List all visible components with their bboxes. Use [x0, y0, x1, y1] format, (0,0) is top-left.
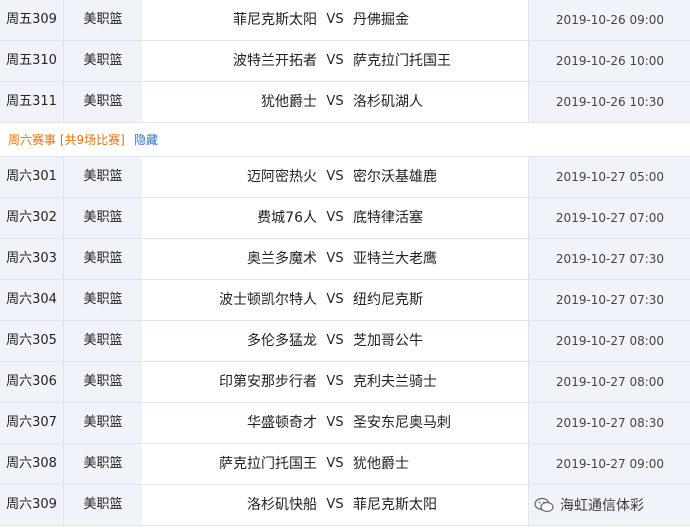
wechat-icon [534, 497, 554, 513]
away-team: 圣安东尼奥马刺 [353, 403, 528, 443]
vs-label: VS [317, 362, 353, 402]
away-team: 克利夫兰骑士 [353, 362, 528, 402]
vs-label: VS [317, 280, 353, 320]
vs-label: VS [317, 239, 353, 279]
table-row: 周六302 美职篮 费城76人 VS 底特律活塞 2019-10-27 07:00 [0, 198, 690, 239]
watermark: 海虹通信体彩 [534, 494, 644, 516]
match-number: 周六301 [6, 169, 57, 184]
table-row: 周六305 美职篮 多伦多猛龙 VS 芝加哥公牛 2019-10-27 08:00 [0, 321, 690, 362]
table-row: 周六304 美职篮 波士顿凯尔特人 VS 纽约尼克斯 2019-10-27 07:30 [0, 280, 690, 321]
league-name: 美职篮 [63, 157, 143, 197]
league-name: 美职篮 [63, 403, 143, 443]
home-team: 波士顿凯尔特人 [142, 280, 317, 320]
home-team: 多伦多猛龙 [142, 321, 317, 361]
table-row: 周六306 美职篮 印第安那步行者 VS 克利夫兰骑士 2019-10-27 08:00 [0, 362, 690, 403]
saturday-group-header: 周六赛事 [共9场比赛] 隐藏 [0, 124, 690, 157]
table-row: 周六308 美职篮 萨克拉门托国王 VS 犹他爵士 2019-10-27 09:00 [0, 444, 690, 485]
away-team: 犹他爵士 [353, 444, 528, 484]
league-name: 美职篮 [63, 444, 143, 484]
match-time: 2019-10-27 05:00 [528, 157, 690, 197]
table-row: 周五309 美职篮 菲尼克斯太阳 VS 丹佛掘金 2019-10-26 09:00 [0, 0, 690, 41]
league-name: 美职篮 [63, 82, 143, 122]
home-team: 犹他爵士 [142, 82, 317, 122]
group-title: 周六赛事 [共9场比赛] [8, 133, 125, 147]
vs-label: VS [317, 82, 353, 122]
home-team: 奥兰多魔术 [142, 239, 317, 279]
watermark-text: 海虹通信体彩 [560, 498, 644, 514]
match-number: 周六302 [6, 210, 57, 225]
home-team: 印第安那步行者 [142, 362, 317, 402]
league-name: 美职篮 [63, 280, 143, 320]
away-team: 纽约尼克斯 [353, 280, 528, 320]
away-team: 密尔沃基雄鹿 [353, 157, 528, 197]
league-name: 美职篮 [63, 0, 143, 40]
match-number: 周六304 [6, 292, 57, 307]
league-name: 美职篮 [63, 239, 143, 279]
vs-label: VS [317, 485, 353, 525]
match-number: 周六303 [6, 251, 57, 266]
match-time: 2019-10-26 09:00 [528, 0, 690, 40]
league-name: 美职篮 [63, 485, 143, 525]
match-number: 周五311 [6, 94, 57, 109]
away-team: 芝加哥公牛 [353, 321, 528, 361]
match-number: 周六308 [6, 456, 57, 471]
home-team: 波特兰开拓者 [142, 41, 317, 81]
vs-label: VS [317, 0, 353, 40]
away-team: 亚特兰大老鹰 [353, 239, 528, 279]
home-team: 华盛顿奇才 [142, 403, 317, 443]
home-team: 洛杉矶快船 [142, 485, 317, 525]
match-number: 周五310 [6, 53, 57, 68]
match-number: 周五309 [6, 12, 57, 27]
table-row: 周六303 美职篮 奥兰多魔术 VS 亚特兰大老鹰 2019-10-27 07:30 [0, 239, 690, 280]
home-team: 迈阿密热火 [142, 157, 317, 197]
table-row: 周六307 美职篮 华盛顿奇才 VS 圣安东尼奥马刺 2019-10-27 08:30 [0, 403, 690, 444]
away-team: 底特律活塞 [353, 198, 528, 238]
table-row: 周六301 美职篮 迈阿密热火 VS 密尔沃基雄鹿 2019-10-27 05:00 [0, 157, 690, 198]
away-team: 丹佛掘金 [353, 0, 528, 40]
match-time: 2019-10-27 08:00 [528, 321, 690, 361]
home-team: 费城76人 [142, 198, 317, 238]
hide-toggle-link[interactable]: 隐藏 [134, 124, 158, 156]
away-team: 菲尼克斯太阳 [353, 485, 528, 525]
vs-label: VS [317, 444, 353, 484]
match-number: 周六306 [6, 374, 57, 389]
home-team: 菲尼克斯太阳 [142, 0, 317, 40]
vs-label: VS [317, 157, 353, 197]
match-time: 2019-10-27 07:00 [528, 198, 690, 238]
away-team: 萨克拉门托国王 [353, 41, 528, 81]
league-name: 美职篮 [63, 321, 143, 361]
vs-label: VS [317, 403, 353, 443]
match-time: 2019-10-27 07:30 [528, 280, 690, 320]
vs-label: VS [317, 321, 353, 361]
match-time: 2019-10-26 10:30 [528, 82, 690, 122]
vs-label: VS [317, 198, 353, 238]
match-number: 周六307 [6, 415, 57, 430]
league-name: 美职篮 [63, 41, 143, 81]
table-row: 周五310 美职篮 波特兰开拓者 VS 萨克拉门托国王 2019-10-26 10:00 [0, 41, 690, 82]
match-time: 2019-10-26 10:00 [528, 41, 690, 81]
match-number: 周六309 [6, 497, 57, 512]
match-time: 2019-10-27 08:30 [528, 403, 690, 443]
match-time: 2019-10-27 08:00 [528, 362, 690, 402]
home-team: 萨克拉门托国王 [142, 444, 317, 484]
match-time: 2019-10-27 07:30 [528, 239, 690, 279]
match-number: 周六305 [6, 333, 57, 348]
league-name: 美职篮 [63, 362, 143, 402]
away-team: 洛杉矶湖人 [353, 82, 528, 122]
vs-label: VS [317, 41, 353, 81]
table-row: 周五311 美职篮 犹他爵士 VS 洛杉矶湖人 2019-10-26 10:30 [0, 82, 690, 123]
league-name: 美职篮 [63, 198, 143, 238]
match-time: 2019-10-27 09:00 [528, 444, 690, 484]
